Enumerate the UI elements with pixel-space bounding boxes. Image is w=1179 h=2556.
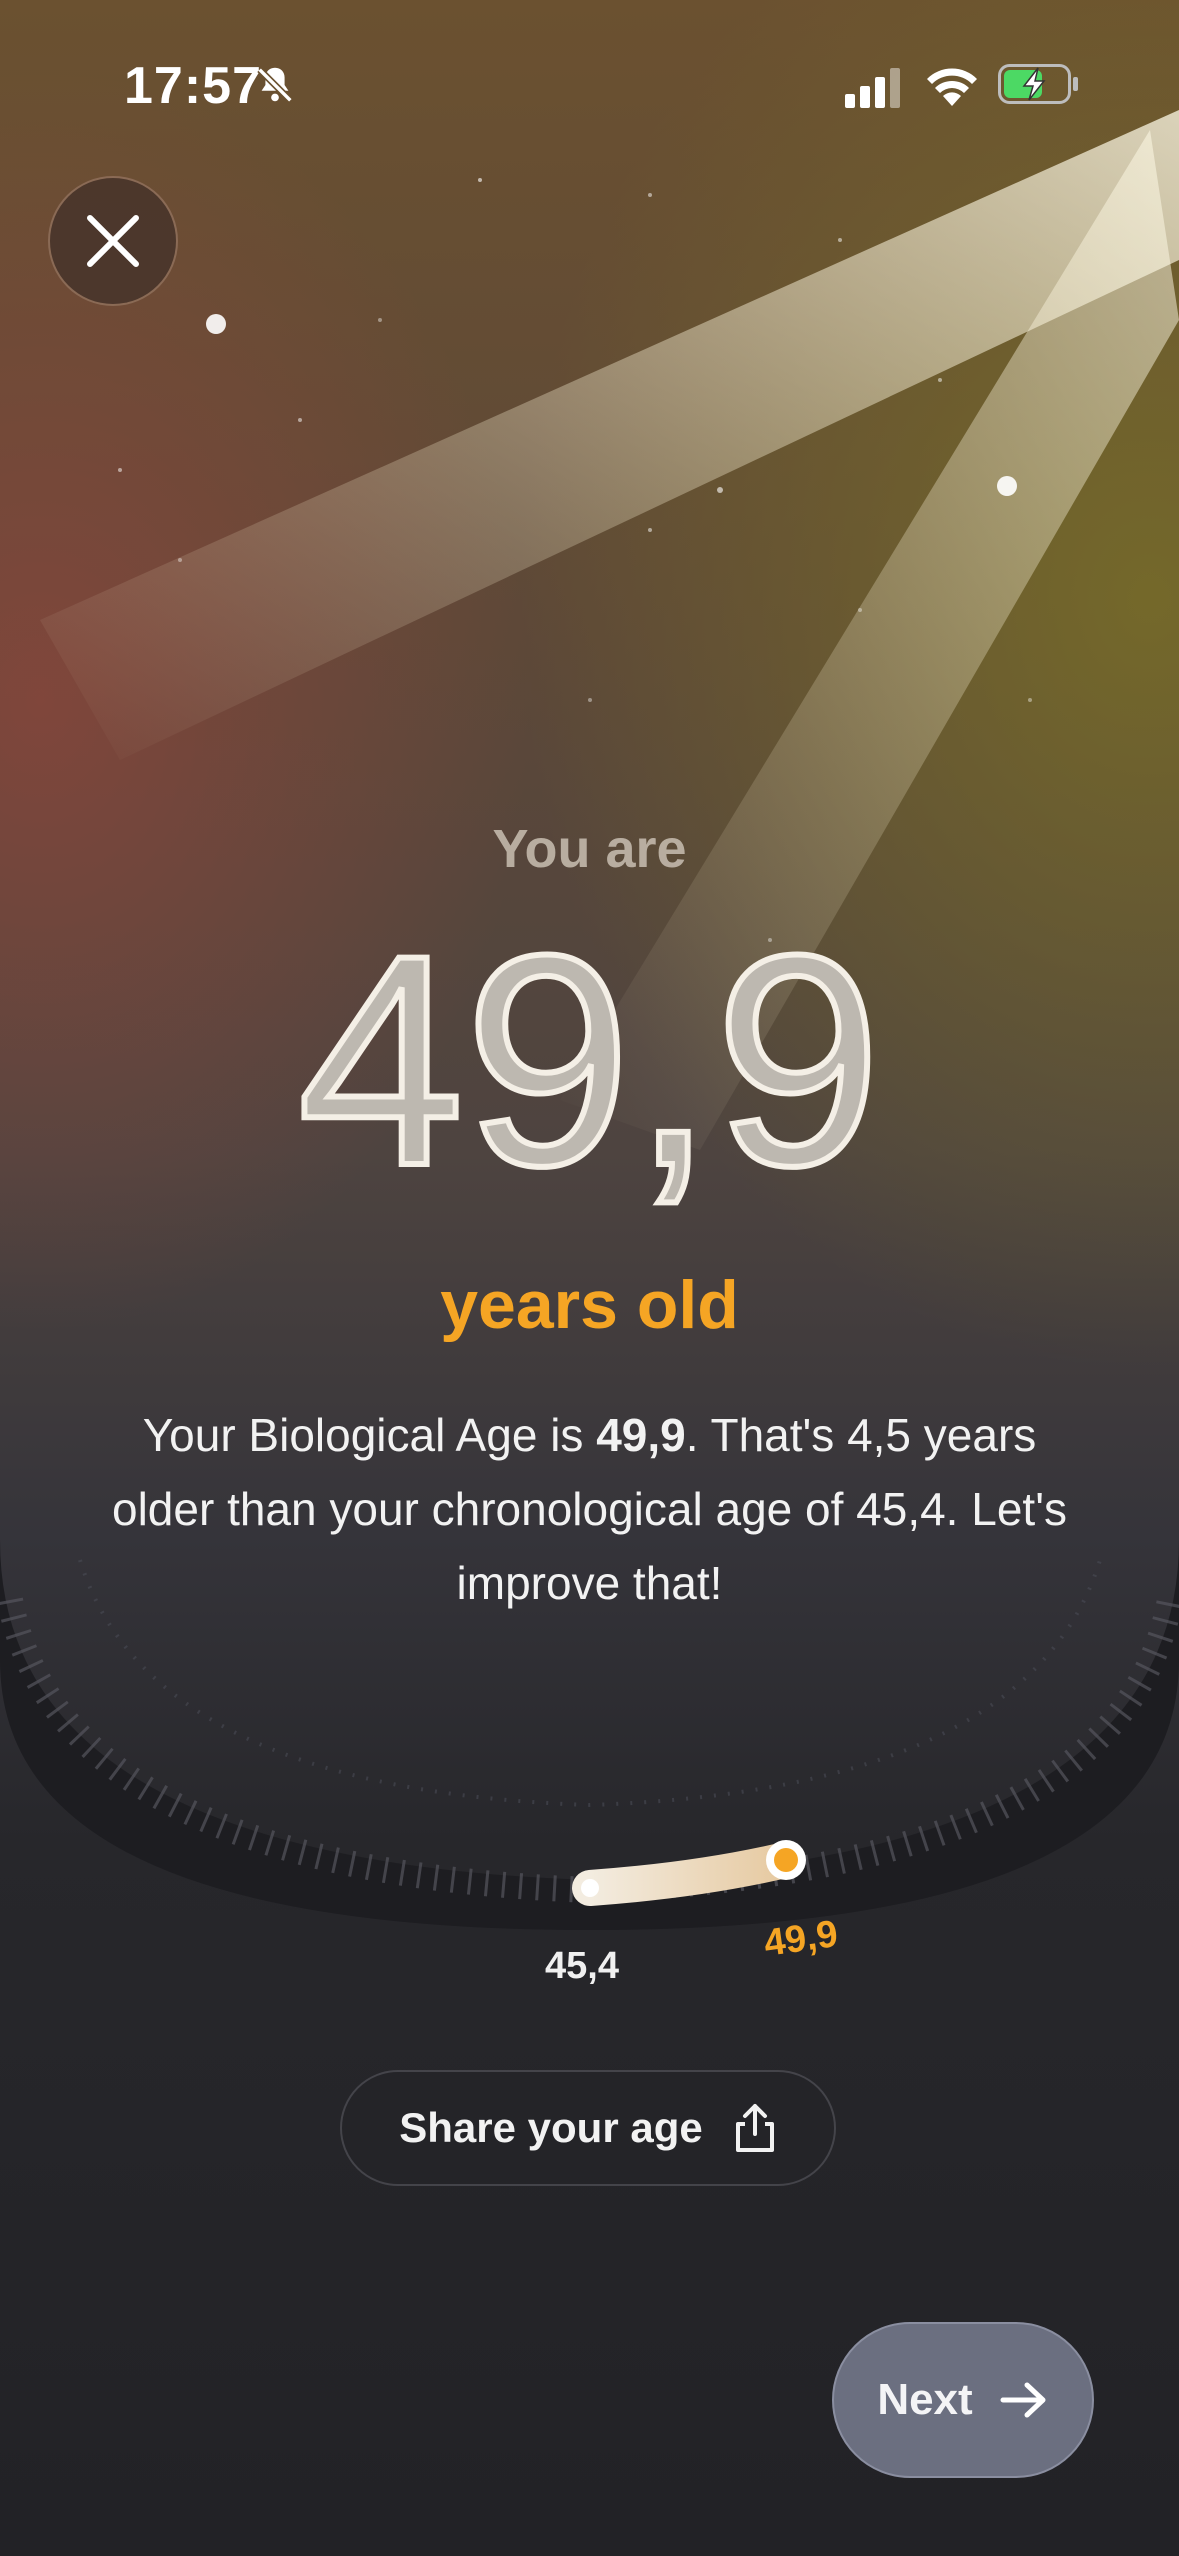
result-intro: You are (492, 819, 687, 879)
status-bar: 17:57 (0, 0, 1179, 170)
biological-age-value: 49,9 (295, 892, 885, 1228)
next-button-label: Next (877, 2375, 973, 2424)
close-button[interactable] (48, 176, 178, 306)
chronological-age-label: 45,4 (545, 1945, 619, 1987)
share-button-label: Share your age (399, 2104, 703, 2151)
close-icon (87, 215, 139, 267)
age-result-screen: 17:57 You are 49,9 years old Your Biolog… (0, 0, 1179, 2556)
chronological-age-marker (581, 1879, 599, 1897)
status-time: 17:57 (124, 57, 262, 115)
share-icon (735, 2104, 774, 2152)
share-age-button[interactable]: Share your age (340, 2070, 836, 2186)
bell-slash-icon (252, 62, 298, 113)
cellular-signal-icon (845, 68, 903, 113)
age-unit-label: years old (440, 1267, 739, 1343)
result-description: Your Biological Age is 49,9. That's 4,5 … (112, 1409, 1067, 1609)
arrow-right-icon (1000, 2382, 1046, 2418)
next-button[interactable]: Next (832, 2322, 1094, 2478)
battery-charging-icon (998, 64, 1080, 109)
wifi-icon (924, 62, 980, 111)
